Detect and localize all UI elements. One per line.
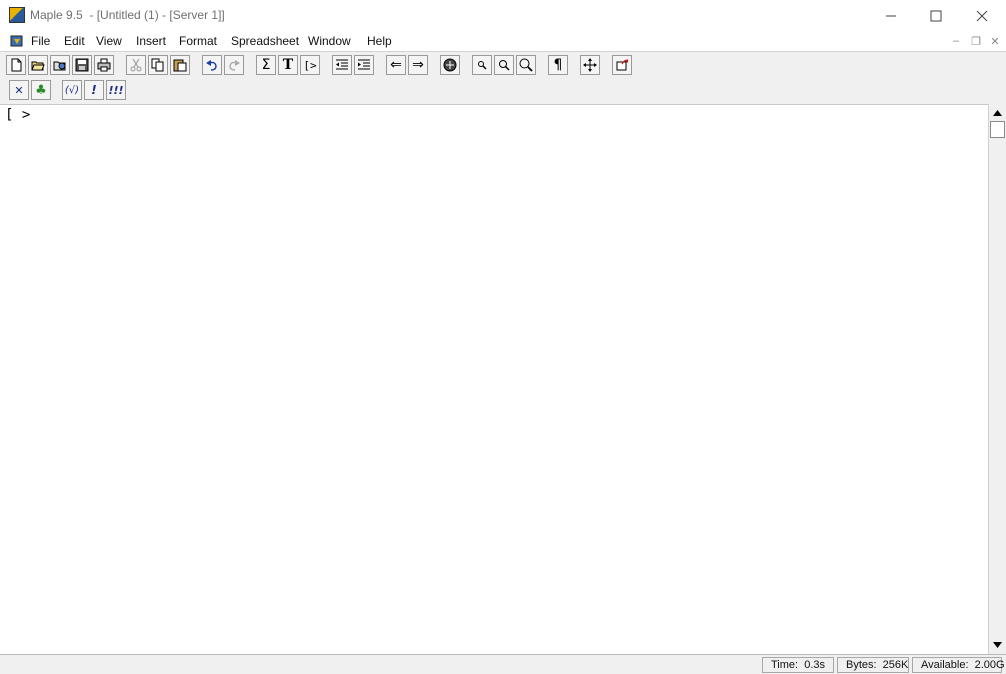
menu-view[interactable]: View	[96, 34, 122, 48]
main-toolbar: Σ T [> ⇐ ⇒ ¶	[0, 51, 1006, 78]
maple-leaf-icon: ♣	[35, 82, 47, 98]
triple-exclamation-icon: !!!	[108, 83, 124, 97]
execution-toolbar: ✕ ♣ (√) ! !!!	[0, 77, 1006, 104]
resize-to-window-button[interactable]	[580, 55, 600, 75]
status-available: Available: 2.00G	[912, 657, 1005, 673]
execution-prompt[interactable]: [ >	[5, 107, 30, 123]
stop-computation-button[interactable]: ✕	[9, 80, 29, 100]
outdent-button[interactable]	[332, 55, 352, 75]
vertical-scrollbar[interactable]	[988, 104, 1006, 654]
x-icon: ✕	[14, 83, 24, 97]
paste-icon	[173, 59, 187, 72]
forward-button[interactable]: ⇒	[408, 55, 428, 75]
sigma-icon: Σ	[261, 57, 271, 73]
menu-spreadsheet[interactable]: Spreadsheet	[231, 34, 299, 48]
minimize-button[interactable]	[868, 0, 914, 31]
mdi-restore-button[interactable]: ❐	[968, 34, 984, 48]
print-button[interactable]	[94, 55, 114, 75]
execute-worksheet-button[interactable]: !!!	[106, 80, 126, 100]
maximize-button[interactable]	[913, 0, 959, 31]
stop-button[interactable]	[440, 55, 460, 75]
restart-icon	[616, 59, 629, 71]
worksheet-area[interactable]: [ >	[0, 104, 988, 655]
execute-group-button[interactable]: !	[84, 80, 104, 100]
scroll-down-icon	[993, 641, 1002, 648]
open-url-button[interactable]	[50, 55, 70, 75]
back-button[interactable]: ⇐	[386, 55, 406, 75]
text-t-icon: T	[282, 57, 294, 73]
magnifier-small-icon	[478, 61, 487, 70]
menu-format[interactable]: Format	[179, 34, 217, 48]
zoom-200-button[interactable]	[516, 55, 536, 75]
execute-selection-button[interactable]: (√)	[62, 80, 82, 100]
mdi-minimize-button[interactable]: –	[948, 34, 964, 48]
pilcrow-icon: ¶	[553, 57, 563, 73]
zoom-100-button[interactable]	[472, 55, 492, 75]
open-button[interactable]	[28, 55, 48, 75]
scroll-up-button[interactable]	[989, 104, 1006, 121]
floppy-disk-icon	[75, 58, 89, 72]
save-button[interactable]	[72, 55, 92, 75]
status-bytes: Bytes: 256K	[837, 657, 909, 673]
show-hidden-button[interactable]: ¶	[548, 55, 568, 75]
copy-icon	[151, 58, 164, 72]
status-bar: Time: 0.3s Bytes: 256K Available: 2.00G	[0, 654, 1006, 674]
menu-window[interactable]: Window	[308, 34, 351, 48]
folder-open-icon	[31, 61, 45, 71]
scroll-down-button[interactable]	[989, 636, 1006, 653]
maple-app-icon[interactable]	[9, 7, 25, 23]
undo-button[interactable]	[202, 55, 222, 75]
web-open-icon	[53, 61, 66, 71]
arrow-right-icon: ⇒	[412, 57, 424, 73]
execute-paren-icon: (√)	[64, 84, 80, 96]
scissors-icon	[130, 58, 142, 72]
copy-button[interactable]	[148, 55, 168, 75]
status-time: Time: 0.3s	[762, 657, 834, 673]
menu-file[interactable]: File	[31, 34, 50, 48]
restart-button[interactable]	[612, 55, 632, 75]
document-menu-icon[interactable]	[9, 33, 25, 49]
cut-button[interactable]	[126, 55, 146, 75]
zoom-150-button[interactable]	[494, 55, 514, 75]
maximize-icon	[930, 10, 942, 21]
arrow-left-icon: ⇐	[390, 57, 402, 73]
outdent-icon	[336, 59, 348, 70]
menu-edit[interactable]: Edit	[64, 34, 85, 48]
paste-button[interactable]	[170, 55, 190, 75]
maple-leaf-button[interactable]: ♣	[31, 80, 51, 100]
new-document-button[interactable]	[6, 55, 26, 75]
exclamation-icon: !	[91, 83, 97, 97]
redo-icon	[229, 60, 240, 71]
redo-button[interactable]	[224, 55, 244, 75]
prompt-icon: [>	[303, 58, 317, 72]
minimize-icon	[886, 15, 896, 16]
text-input-button[interactable]: T	[278, 55, 298, 75]
magnifier-large-icon	[519, 58, 533, 72]
magnifier-medium-icon	[499, 60, 510, 71]
window-title: Maple 9.5 - [Untitled (1) - [Server 1]]	[30, 8, 225, 22]
title-bar: Maple 9.5 - [Untitled (1) - [Server 1]]	[0, 0, 1006, 31]
math-input-button[interactable]: Σ	[256, 55, 276, 75]
move-arrows-icon	[583, 58, 597, 72]
menu-insert[interactable]: Insert	[136, 34, 166, 48]
indent-button[interactable]	[354, 55, 374, 75]
scroll-up-icon	[993, 109, 1002, 116]
new-execution-group-button[interactable]: [>	[300, 55, 320, 75]
mdi-close-button[interactable]: ✕	[987, 34, 1003, 48]
menu-help[interactable]: Help	[367, 34, 392, 48]
printer-icon	[97, 58, 111, 72]
scroll-thumb[interactable]	[990, 121, 1005, 138]
undo-icon	[206, 60, 217, 71]
indent-icon	[358, 59, 370, 70]
menu-bar: File Edit View Insert Format Spreadsheet…	[0, 31, 1006, 51]
stop-icon	[443, 58, 457, 72]
close-icon	[976, 10, 988, 21]
page-icon	[11, 58, 22, 72]
close-button[interactable]	[959, 0, 1005, 31]
